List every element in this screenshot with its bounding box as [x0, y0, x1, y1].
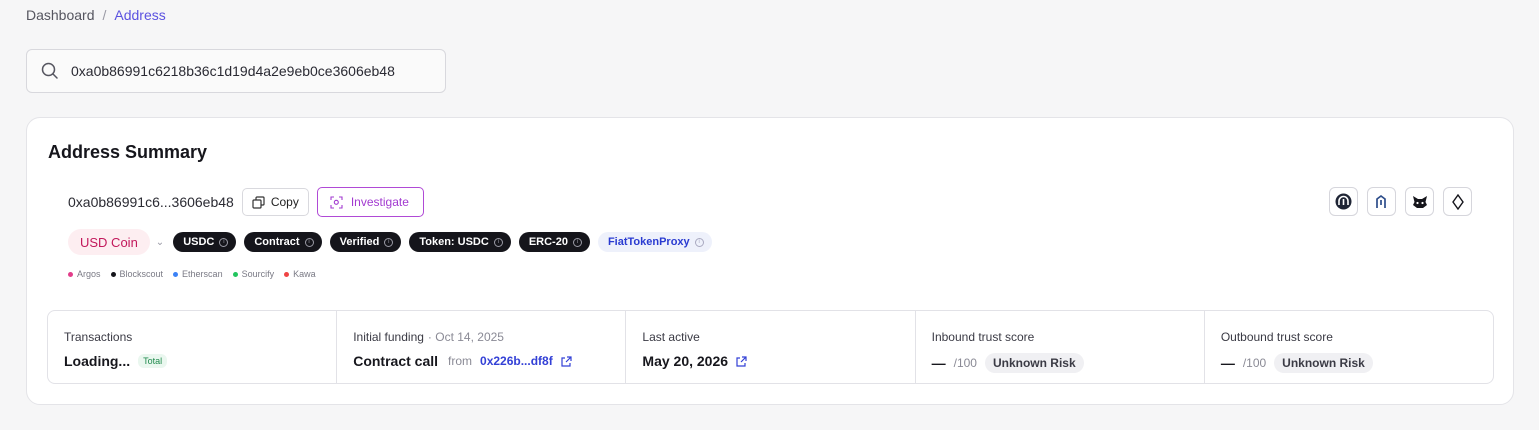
ethereum-icon[interactable]	[1443, 187, 1472, 216]
info-icon: i	[384, 237, 394, 247]
tag-token-usdc[interactable]: Token: USDC i	[409, 232, 511, 252]
address-row: 0xa0b86991c6...3606eb48 Copy Investigate	[68, 187, 424, 217]
source-argos: Argos	[68, 269, 101, 279]
info-icon: i	[694, 237, 704, 247]
breadcrumb-separator: /	[102, 7, 107, 23]
copy-icon	[252, 195, 265, 209]
tag-row: USD Coin ⌄ USDC i Contract i Verified i Tok…	[68, 229, 712, 255]
search-icon	[41, 62, 58, 79]
breadcrumb-dashboard-link[interactable]: Dashboard	[26, 7, 95, 23]
address-text: 0xa0b86991c6...3606eb48	[68, 194, 234, 210]
breadcrumb-current: Address	[114, 7, 166, 23]
stats-panel: Transactions Loading... Total Initial fu…	[47, 310, 1494, 384]
stat-value: May 20, 2026	[642, 353, 914, 369]
external-link-icon[interactable]	[561, 355, 572, 367]
source-kawa: Kawa	[284, 269, 316, 279]
metamask-icon[interactable]	[1405, 187, 1434, 216]
source-label: Blockscout	[119, 269, 164, 279]
source-label: Sourcify	[241, 269, 275, 279]
info-icon: i	[493, 237, 503, 247]
source-dot	[68, 271, 73, 277]
stat-label: Last active	[642, 330, 700, 344]
stat-initial-funding: Initial funding · Oct 14, 2025 Contract …	[337, 311, 627, 383]
card-title: Address Summary	[48, 142, 208, 162]
external-links	[1329, 187, 1472, 216]
tag-usdc[interactable]: USDC i	[173, 232, 237, 252]
from-label: from	[448, 354, 473, 368]
address-summary-card: Address Summary 0xa0b86991c6...3606eb48 …	[26, 117, 1514, 405]
stat-value: Contract call from 0x226b...df8f	[353, 353, 625, 369]
tag-label: FiatTokenProxy	[607, 236, 690, 248]
last-active-value: May 20, 2026	[642, 353, 729, 369]
inbound-score: —	[931, 355, 946, 371]
source-dot	[232, 271, 238, 277]
stat-value: Loading... Total	[64, 353, 336, 369]
search-input[interactable]	[71, 63, 411, 79]
source-etherscan: Etherscan	[173, 269, 223, 279]
tag-label: Contract	[254, 236, 300, 248]
total-badge: Total	[138, 354, 168, 368]
outbound-score-max: /100	[1242, 356, 1267, 370]
search-box	[26, 49, 446, 93]
stat-value: — /100 Unknown Risk	[932, 353, 1204, 373]
funding-value: Contract call	[353, 353, 439, 369]
source-dot	[284, 271, 290, 277]
source-sourcify: Sourcify	[232, 269, 275, 279]
info-icon: i	[219, 237, 229, 247]
source-blockscout: Blockscout	[110, 269, 164, 279]
stat-label: Initial funding · Oct 14, 2025	[353, 330, 625, 344]
tag-label: USDC	[183, 236, 215, 248]
inbound-score-max: /100	[953, 356, 977, 370]
tag-contract[interactable]: Contract i	[244, 232, 322, 252]
funding-date: · Oct 14, 2025	[427, 330, 504, 344]
chevron-down-icon[interactable]: ⌄	[156, 237, 164, 248]
arkham-icon[interactable]	[1329, 187, 1358, 216]
inbound-risk-badge: Unknown Risk	[984, 353, 1084, 373]
external-link-icon[interactable]	[736, 355, 747, 367]
investigate-button[interactable]: Investigate	[316, 187, 424, 217]
stat-transactions: Transactions Loading... Total	[48, 311, 338, 383]
stat-last-active: Last active May 20, 2026	[626, 311, 916, 383]
tag-verified[interactable]: Verified i	[329, 232, 402, 252]
investigate-button-label: Investigate	[350, 195, 409, 209]
source-label: Kawa	[293, 269, 316, 279]
source-legend: Argos Blockscout Etherscan Sourcify Kawa	[68, 269, 316, 279]
transactions-value: Loading...	[64, 353, 131, 369]
copy-button-label: Copy	[270, 195, 299, 209]
source-dot	[110, 271, 116, 277]
tag-label: Verified	[339, 236, 380, 248]
info-icon: i	[304, 237, 314, 247]
funding-source-link[interactable]: 0x226b...df8f	[480, 354, 553, 368]
tag-erc20[interactable]: ERC-20 i	[518, 232, 590, 252]
copy-button[interactable]: Copy	[241, 188, 309, 216]
stat-outbound-trust: Outbound trust score — /100 Unknown Risk	[1205, 311, 1493, 383]
stat-label: Transactions	[64, 330, 133, 344]
funding-label: Initial funding	[353, 330, 424, 344]
dune-icon[interactable]	[1367, 187, 1396, 216]
stat-value: — /100 Unknown Risk	[1221, 353, 1493, 373]
stat-label: Outbound trust score	[1220, 330, 1333, 344]
tag-label: ERC-20	[528, 236, 568, 248]
outbound-risk-badge: Unknown Risk	[1274, 353, 1373, 373]
outbound-score: —	[1220, 355, 1235, 371]
name-label-pill[interactable]: USD Coin	[68, 229, 150, 255]
stat-inbound-trust: Inbound trust score — /100 Unknown Risk	[916, 311, 1205, 383]
info-icon: i	[572, 237, 582, 247]
investigate-icon	[330, 195, 343, 209]
tag-label: Token: USDC	[419, 236, 489, 248]
source-dot	[173, 271, 179, 277]
tag-fiattokenproxy[interactable]: FiatTokenProxy i	[597, 232, 712, 252]
source-label: Etherscan	[182, 269, 223, 279]
breadcrumb: Dashboard / Address	[26, 7, 166, 23]
source-label: Argos	[77, 269, 101, 279]
stat-label: Inbound trust score	[931, 330, 1035, 344]
